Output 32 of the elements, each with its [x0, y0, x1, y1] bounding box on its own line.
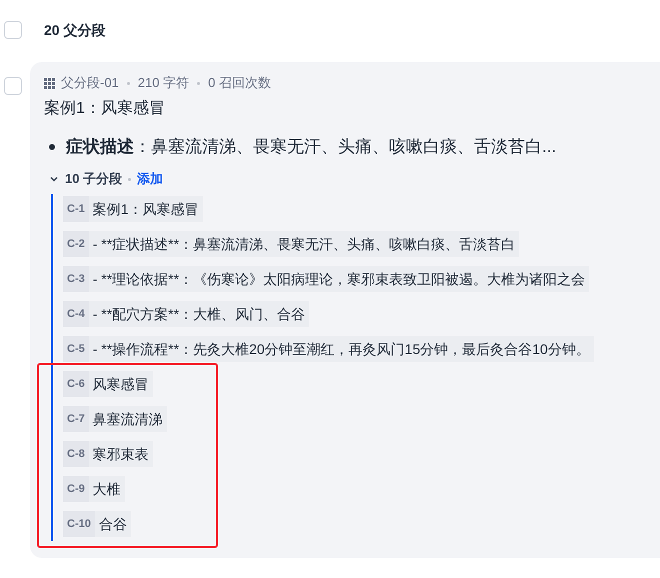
chunk-text: 风寒感冒 [88, 371, 153, 397]
checkbox[interactable] [4, 77, 22, 95]
chevron-icon[interactable] [49, 174, 59, 184]
checkbox[interactable] [4, 21, 22, 39]
chunk-label: C-8 [63, 441, 89, 467]
chunk-text: 大椎 [88, 476, 125, 502]
add-link[interactable]: 添加 [137, 169, 164, 189]
segment-id: 父分段-01 [61, 74, 119, 92]
chunk-text: 案例1：风寒感冒 [88, 196, 203, 222]
chunk-label: C-9 [63, 476, 89, 502]
chunk-text: 合谷 [94, 511, 131, 537]
chunk-label: C-10 [63, 511, 95, 537]
chunk-label: C-5 [63, 336, 89, 362]
segment-title: 案例1：风寒感冒 [44, 98, 166, 119]
chunk-label: C-3 [63, 266, 89, 292]
chunk-label: C-6 [63, 371, 89, 397]
grid-icon [44, 78, 55, 88]
chunk-text: - **症状描述**：鼻塞流清涕、畏寒无汗、头痛、咳嗽白痰、舌淡苔白 [88, 231, 520, 257]
chunk-text: 寒邪束表 [88, 441, 153, 467]
chunk-text: - **理论依据**：《伤寒论》太阳病理论，寒邪束表致卫阳被遏。大椎为诸阳之会 [88, 266, 590, 292]
chunk-label: C-4 [63, 301, 89, 327]
child-count: 10 子分段 [65, 170, 122, 188]
chunk-label: C-7 [63, 406, 89, 432]
chunk-text: - **操作流程**：先灸大椎20分钟至潮红，再灸风门15分钟，最后灸合谷10分钟。 [88, 336, 594, 362]
chunk-text: - **配穴方案**：大椎、风门、合谷 [88, 301, 310, 327]
section-title: 20 父分段 [44, 20, 106, 40]
chunk-label: C-1 [63, 196, 89, 222]
chunk-label: C-2 [63, 231, 89, 257]
bullet-text: 症状描述：鼻塞流清涕、畏寒无汗、头痛、咳嗽白痰、舌淡苔白... [66, 136, 556, 158]
recall-count: 0 召回次数 [208, 74, 271, 92]
chunk-text: 鼻塞流清涕 [88, 406, 167, 432]
char-count: 210 字符 [138, 74, 190, 92]
